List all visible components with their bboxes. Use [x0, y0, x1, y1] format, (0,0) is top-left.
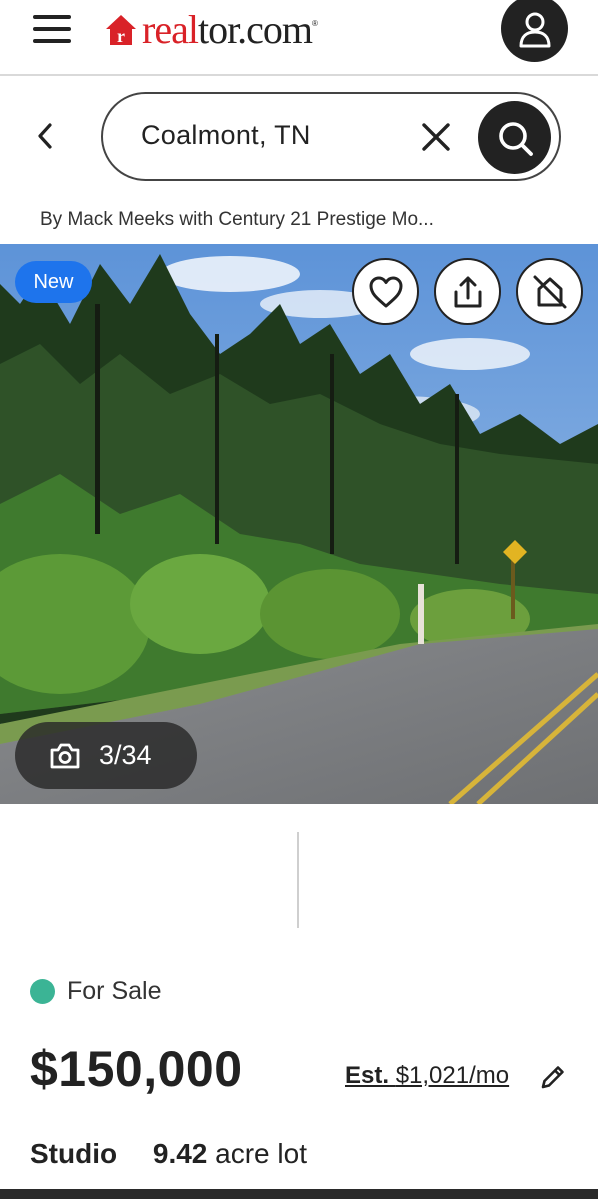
share-button[interactable]: [434, 258, 501, 325]
lot-size-label: acre lot: [215, 1138, 307, 1169]
registered-mark: ®: [312, 18, 318, 28]
estimated-payment-link[interactable]: Est. $1,021/mo: [345, 1062, 509, 1090]
bottom-bar: [0, 1189, 598, 1199]
property-photo-image: [0, 244, 598, 804]
search-button[interactable]: [478, 101, 551, 174]
house-logo-icon: r: [106, 15, 136, 46]
hamburger-menu-icon[interactable]: [33, 15, 73, 45]
property-facts: Studio 9.42 acre lot: [30, 1138, 307, 1170]
photo-counter-button[interactable]: 3/34: [15, 722, 197, 789]
share-icon: [454, 276, 481, 307]
user-icon: [519, 12, 550, 47]
search-input-value[interactable]: Coalmont, TN: [141, 120, 311, 151]
search-input[interactable]: Coalmont, TN: [101, 92, 561, 181]
listing-price: $150,000: [30, 1041, 243, 1097]
account-button[interactable]: [501, 0, 568, 62]
new-badge: New: [15, 261, 92, 303]
search-icon: [498, 121, 533, 156]
photo-counter-text: 3/34: [99, 740, 152, 770]
hide-icon: [533, 275, 566, 308]
clear-search-button[interactable]: [418, 119, 454, 155]
hide-listing-button[interactable]: [516, 258, 583, 325]
realtor-logo[interactable]: r realtor.com ®: [104, 8, 318, 52]
header: r realtor.com ®: [0, 0, 598, 76]
camera-icon: [50, 743, 80, 768]
est-value: $1,021/mo: [395, 1062, 510, 1089]
logo-text: realtor.com: [142, 7, 313, 52]
svg-text:r: r: [117, 26, 125, 46]
status-text: For Sale: [67, 976, 162, 1005]
close-icon: [422, 123, 450, 151]
search-row: Coalmont, TN: [0, 78, 598, 198]
back-button[interactable]: [30, 118, 60, 154]
edit-payment-button[interactable]: [538, 1062, 568, 1092]
status-dot-icon: [30, 978, 55, 1004]
listing-status: For Sale: [30, 975, 161, 1007]
listing-agent-byline: By Mack Meeks with Century 21 Prestige M…: [40, 209, 434, 230]
pencil-icon: [541, 1066, 564, 1089]
vertical-divider: [297, 832, 299, 928]
heart-icon: [369, 276, 402, 307]
favorite-button[interactable]: [352, 258, 419, 325]
chevron-left-icon: [38, 123, 52, 149]
lot-size-value: 9.42: [152, 1138, 208, 1169]
beds-value: Studio: [30, 1138, 118, 1169]
listing-photo[interactable]: New 3/34: [0, 244, 598, 804]
est-label: Est.: [345, 1062, 390, 1089]
